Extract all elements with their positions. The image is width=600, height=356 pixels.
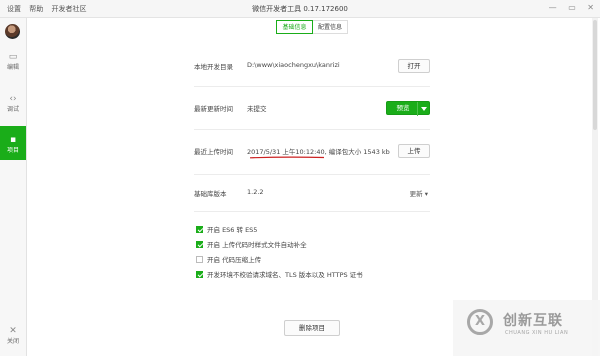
checkbox[interactable] xyxy=(196,241,203,248)
window-controls: — ▭ ✕ xyxy=(540,3,594,12)
sidebar-item-label: 编辑 xyxy=(6,64,19,71)
sidebar-close-label: 关闭 xyxy=(6,338,19,345)
scrollbar-thumb[interactable] xyxy=(593,20,597,130)
lib-version-label: 基础库版本 xyxy=(194,190,227,198)
option-label: 开启 ES6 转 ES5 xyxy=(207,226,258,234)
sidebar-item-label: 调试 xyxy=(6,106,19,113)
lib-version-row: 基础库版本 1.2.2 更新 ▾ xyxy=(194,188,430,202)
title-bar: 设置 帮助 开发者社区 微信开发者工具 0.17.172600 — ▭ ✕ xyxy=(0,0,600,18)
close-icon: ✕ xyxy=(9,326,17,336)
divider xyxy=(194,211,430,212)
upload-button[interactable]: 上传 xyxy=(398,144,430,158)
preview-button[interactable]: 预览 xyxy=(387,102,419,114)
sidebar-item-debug[interactable]: ‹› 调试 xyxy=(0,94,26,120)
option-label: 开启 上传代码时样式文件自动补全 xyxy=(207,241,307,249)
updated-label: 最新更新时间 xyxy=(194,105,233,113)
delete-project-button[interactable]: 删除项目 xyxy=(284,320,340,336)
avatar[interactable] xyxy=(5,24,20,39)
sidebar-item-edit[interactable]: ▭ 编辑 xyxy=(0,52,26,78)
local-dir-row: 本地开发目录 D:\www\xiaochengxu\kanrizi xyxy=(194,61,430,75)
checkbox[interactable] xyxy=(196,226,203,233)
upload-label: 最近上传时间 xyxy=(194,148,233,156)
sidebar: ▭ 编辑 ‹› 调试 ▪ 项目 ✕ 关闭 xyxy=(0,18,27,356)
updated-value: 未提交 xyxy=(247,105,267,113)
watermark-logo-icon xyxy=(467,309,493,335)
chevron-down-icon[interactable] xyxy=(417,102,429,116)
sidebar-item-project[interactable]: ▪ 项目 xyxy=(0,126,26,160)
divider xyxy=(194,174,430,175)
checkbox[interactable] xyxy=(196,256,203,263)
local-dir-label: 本地开发目录 xyxy=(194,63,233,71)
open-button[interactable]: 打开 xyxy=(398,59,430,73)
local-dir-value: D:\www\xiaochengxu\kanrizi xyxy=(247,61,340,69)
upload-value: 2017/5/31 上午10:12:40, 编译包大小 1543 kb xyxy=(247,148,390,156)
red-underline-annotation xyxy=(249,156,325,159)
watermark: 创新互联 CHUANG XIN HU LIAN xyxy=(453,300,600,356)
option-label: 开发环境不校验请求域名、TLS 版本以及 HTTPS 证书 xyxy=(207,271,363,279)
tab-config-info[interactable]: 配置信息 xyxy=(313,20,348,34)
maximize-icon[interactable]: ▭ xyxy=(568,3,576,12)
divider xyxy=(194,86,430,87)
window-title: 微信开发者工具 0.17.172600 xyxy=(252,5,348,13)
project-icon: ▪ xyxy=(9,135,17,145)
watermark-en: CHUANG XIN HU LIAN xyxy=(505,330,569,336)
tab-basic-info[interactable]: 基础信息 xyxy=(276,20,313,34)
option-label: 开启 代码压缩上传 xyxy=(207,256,262,264)
minimize-icon[interactable]: — xyxy=(549,3,557,12)
preview-split-button: 预览 xyxy=(386,101,430,116)
watermark-cn: 创新互联 xyxy=(503,313,563,329)
sidebar-item-label: 项目 xyxy=(6,147,19,154)
edit-icon: ▭ xyxy=(8,52,18,62)
divider xyxy=(194,129,430,130)
lib-update-link[interactable]: 更新 ▾ xyxy=(410,188,428,198)
close-window-icon[interactable]: ✕ xyxy=(587,3,594,12)
checkbox[interactable] xyxy=(196,271,203,278)
code-icon: ‹› xyxy=(9,94,17,104)
sidebar-close[interactable]: ✕ 关闭 xyxy=(0,326,26,352)
lib-version-value: 1.2.2 xyxy=(247,188,264,196)
